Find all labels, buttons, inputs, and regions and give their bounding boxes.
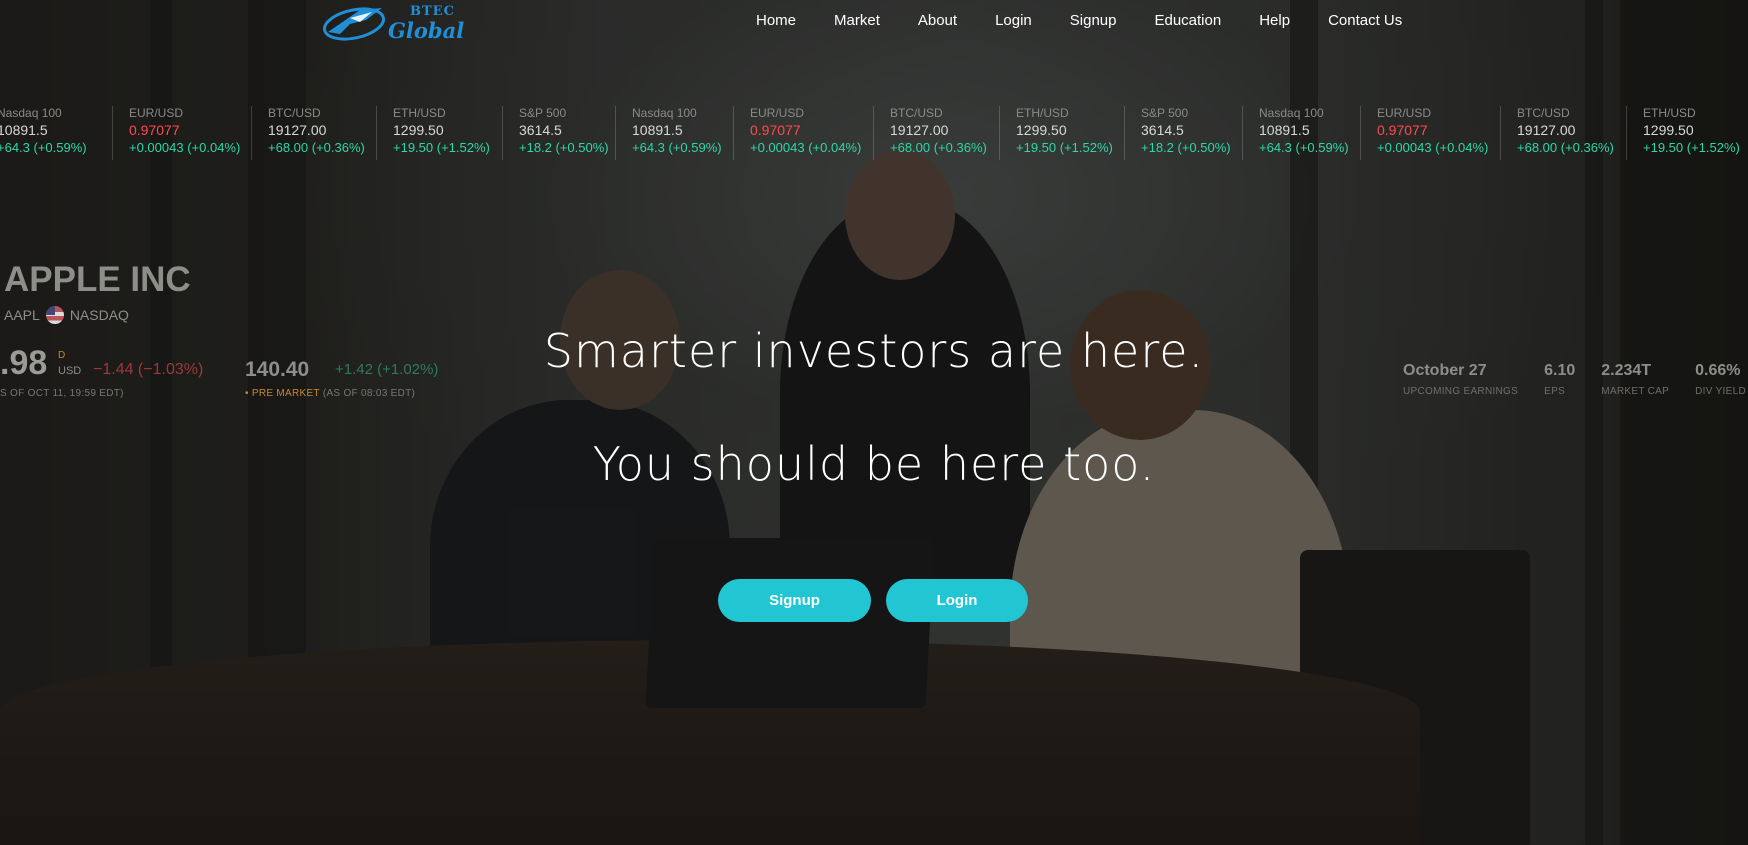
ticker-item[interactable]: BTC/USD 19127.00 +68.00 (+0.36%) [873,106,999,160]
ticker-symbol: Nasdaq 100 [632,106,697,120]
ticker-change: +0.00043 (+0.04%) [1377,140,1489,155]
ticker-symbol: Nasdaq 100 [0,106,62,120]
ticker-symbol: ETH/USD [1016,106,1069,120]
ticker-item[interactable]: BTC/USD 19127.00 +68.00 (+0.36%) [1500,106,1626,160]
nav-education[interactable]: Education [1136,10,1241,29]
top-navbar: BTEC Global Home Market About Login Sign… [0,0,1748,44]
ticker-price: 3614.5 [1141,122,1184,138]
ticker-item[interactable]: EUR/USD 0.97077 +0.00043 (+0.04%) [112,106,251,160]
hero-subheadline: You should be here too. [592,437,1156,491]
ticker-symbol: EUR/USD [129,106,184,120]
ticker-price: 19127.00 [890,122,949,138]
ticker-change: +68.00 (+0.36%) [268,140,365,155]
ticker-price: 1299.50 [1016,122,1067,138]
nav-signup[interactable]: Signup [1052,10,1137,29]
ticker-symbol: ETH/USD [1643,106,1696,120]
nav-about[interactable]: About [900,10,977,29]
stock-name: APPLE INC [4,260,191,299]
eagle-logo-icon [323,7,385,41]
ticker-change: +68.00 (+0.36%) [1517,140,1614,155]
ticker-item[interactable]: ETH/USD 1299.50 +19.50 (+1.52%) [376,106,502,160]
ticker-change: +18.2 (+0.50%) [1141,140,1231,155]
stock-ticker: AAPL [4,307,40,323]
ticker-price: 10891.5 [1259,122,1310,138]
stock-exchange: NASDAQ [69,307,129,323]
ticker-price: 0.97077 [750,122,801,138]
ticker-change: +64.3 (+0.59%) [632,140,722,155]
ticker-symbol: EUR/USD [750,106,805,120]
ticker-item[interactable]: BTC/USD 19127.00 +68.00 (+0.36%) [251,106,376,160]
ticker-price: 10891.5 [0,122,48,138]
ticker-change: +19.50 (+1.52%) [1643,140,1740,155]
ticker-symbol: S&P 500 [1141,106,1189,120]
ticker-price: 0.97077 [1377,122,1428,138]
ticker-change: +18.2 (+0.50%) [519,140,609,155]
stock-as-of: S OF OCT 11, 19:59 EDT) [0,388,124,399]
ticker-item[interactable]: S&P 500 3614.5 +18.2 (+0.50%) [502,106,615,160]
ticker-change: +0.00043 (+0.04%) [750,140,862,155]
ticker-symbol: EUR/USD [1377,106,1432,120]
nav-market[interactable]: Market [816,10,900,29]
ticker-price: 3614.5 [519,122,562,138]
logo-main-text: Global [388,18,465,43]
ticker-price: 19127.00 [1517,122,1576,138]
ticker-item[interactable]: Nasdaq 100 10891.5 +64.3 (+0.59%) [0,106,112,160]
ticker-price: 10891.5 [632,122,683,138]
ticker-price: 1299.50 [393,122,444,138]
ticker-price: 0.97077 [129,122,180,138]
ticker-tape: Nasdaq 100 10891.5 +64.3 (+0.59%) EUR/USD 0… [0,106,1748,160]
ticker-change: +68.00 (+0.36%) [890,140,987,155]
ticker-symbol: Nasdaq 100 [1259,106,1324,120]
ticker-change: +19.50 (+1.52%) [393,140,490,155]
ticker-change: +0.00043 (+0.04%) [129,140,241,155]
ticker-item[interactable]: ETH/USD 1299.50 +19.50 (+1.52%) [1626,106,1748,160]
nav-home[interactable]: Home [738,10,816,29]
us-flag-icon [45,306,64,324]
logo-top-text: BTEC [410,4,455,19]
ticker-symbol: BTC/USD [268,106,321,120]
login-button[interactable]: Login [886,579,1028,622]
main-menu: Home Market About Login Signup Education… [738,10,1422,29]
nav-contact-us[interactable]: Contact Us [1310,10,1422,29]
ticker-change: +19.50 (+1.52%) [1016,140,1113,155]
ticker-price: 1299.50 [1643,122,1694,138]
ticker-item[interactable]: EUR/USD 0.97077 +0.00043 (+0.04%) [733,106,873,160]
ticker-change: +64.3 (+0.59%) [1259,140,1349,155]
signup-button[interactable]: Signup [718,579,871,622]
nav-login[interactable]: Login [977,10,1052,29]
hero-headline: Smarter investors are here. [543,324,1205,378]
ticker-change: +64.3 (+0.59%) [0,140,87,155]
ticker-item[interactable]: ETH/USD 1299.50 +19.50 (+1.52%) [999,106,1124,160]
pre-market-label: • PRE MARKET (AS OF 08:03 EDT) [245,388,416,399]
nav-help[interactable]: Help [1241,10,1310,29]
ticker-item[interactable]: Nasdaq 100 10891.5 +64.3 (+0.59%) [615,106,733,160]
ticker-price: 19127.00 [268,122,327,138]
ticker-symbol: BTC/USD [890,106,943,120]
ticker-item[interactable]: S&P 500 3614.5 +18.2 (+0.50%) [1124,106,1242,160]
ticker-symbol: ETH/USD [393,106,446,120]
pre-market-dot-icon: • [245,388,252,399]
logo[interactable]: BTEC Global [320,2,500,44]
stock-subtitle: AAPL NASDAQ [4,306,129,324]
ticker-symbol: S&P 500 [519,106,567,120]
ticker-item[interactable]: EUR/USD 0.97077 +0.00043 (+0.04%) [1360,106,1500,160]
ticker-item[interactable]: Nasdaq 100 10891.5 +64.3 (+0.59%) [1242,106,1360,160]
ticker-symbol: BTC/USD [1517,106,1570,120]
